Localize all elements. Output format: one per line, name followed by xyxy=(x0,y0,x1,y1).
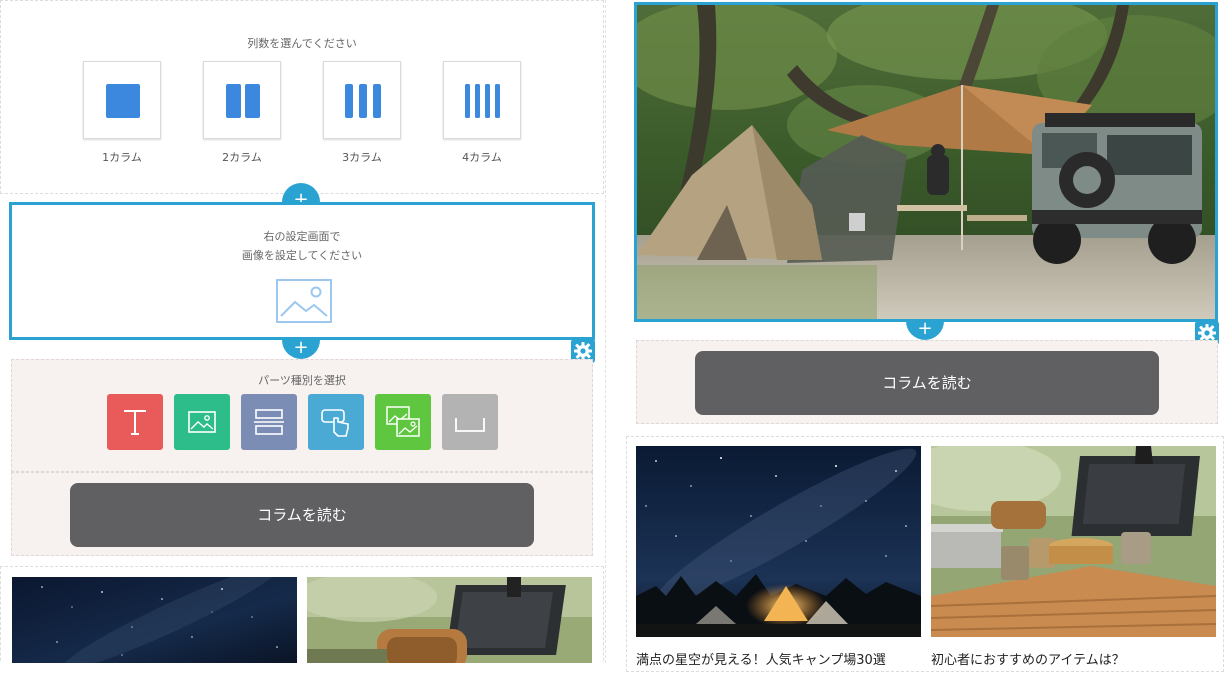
spacer-icon xyxy=(455,418,485,432)
column-option-4-label: 4カラム xyxy=(462,151,502,164)
column-option-1[interactable] xyxy=(83,61,161,139)
image-placeholder-line2: 画像を設定してください xyxy=(241,249,363,262)
hero-camp-photo[interactable] xyxy=(634,2,1218,322)
add-block-button[interactable]: + xyxy=(282,183,320,202)
starry-camp-photo xyxy=(636,446,921,637)
column-option-2-label: 2カラム xyxy=(222,151,262,164)
tap-icon xyxy=(321,409,349,437)
preview-read-column-button[interactable]: コラムを読む xyxy=(695,351,1159,415)
text-icon xyxy=(124,410,146,435)
starry-camp-photo[interactable] xyxy=(12,577,297,663)
one-column-icon xyxy=(106,84,140,118)
three-column-icon xyxy=(345,84,381,118)
column-option-4[interactable] xyxy=(443,61,521,139)
part-layout-button[interactable] xyxy=(241,394,297,450)
left-editor-panel: 列数を選んでください 1カラム 2カラム 3カラム 4カラム + 右の設定画面で… xyxy=(0,0,606,663)
starry-sky-image xyxy=(12,577,297,663)
part-image-button[interactable] xyxy=(174,394,230,450)
camp-gear-photo[interactable] xyxy=(307,577,592,663)
article-2-caption[interactable]: 初心者におすすめのアイテムは？ xyxy=(931,649,1216,668)
right-preview-panel: + コラムを読む 満点の星空が見える！人気キャンプ場30選 初心者におすすめのア… xyxy=(624,0,1226,675)
column-option-3-label: 3カラム xyxy=(342,151,382,164)
add-block-top-wrap: + xyxy=(282,183,320,202)
article-2-photo[interactable] xyxy=(931,446,1216,637)
part-spacer-button[interactable] xyxy=(442,394,498,450)
read-column-button[interactable]: コラムを読む xyxy=(70,483,534,547)
add-block-button[interactable]: + xyxy=(282,340,320,359)
gear-icon xyxy=(574,342,592,360)
add-block-preview-wrap: + xyxy=(906,321,944,340)
camp-gear-image xyxy=(307,577,592,663)
editor-stage: 列数を選んでください 1カラム 2カラム 3カラム 4カラム + 右の設定画面で… xyxy=(0,0,1226,675)
image-icon xyxy=(188,411,216,433)
preview-read-button-section: コラムを読む xyxy=(636,340,1218,424)
part-text-button[interactable] xyxy=(107,394,163,450)
add-block-button[interactable]: + xyxy=(906,321,944,340)
layout-icon xyxy=(254,409,284,435)
article-1-photo[interactable] xyxy=(636,446,921,637)
column-picker-title: 列数を選んでください xyxy=(247,37,357,50)
parts-picker-section: パーツ種別を選択 xyxy=(11,359,593,472)
add-block-middle-wrap: + xyxy=(282,340,320,359)
two-column-icon xyxy=(226,84,260,118)
image-placeholder-line1: 右の設定画面で xyxy=(263,230,341,243)
four-column-icon xyxy=(465,84,500,118)
part-gallery-button[interactable] xyxy=(375,394,431,450)
camp-gear-photo xyxy=(931,446,1216,637)
column-option-2[interactable] xyxy=(203,61,281,139)
column-option-1-label: 1カラム xyxy=(102,151,142,164)
image-placeholder-block[interactable]: 右の設定画面で 画像を設定してください xyxy=(9,202,595,340)
article-1-caption[interactable]: 満点の星空が見える！人気キャンプ場30選 xyxy=(636,649,921,668)
gallery-icon xyxy=(386,406,420,437)
part-tap-button[interactable] xyxy=(308,394,364,450)
image-placeholder-icon xyxy=(276,279,332,323)
read-button-section: コラムを読む xyxy=(11,472,593,556)
camp-tent-photo xyxy=(637,5,1215,319)
parts-picker-title: パーツ種別を選択 xyxy=(258,374,346,387)
column-option-3[interactable] xyxy=(323,61,401,139)
